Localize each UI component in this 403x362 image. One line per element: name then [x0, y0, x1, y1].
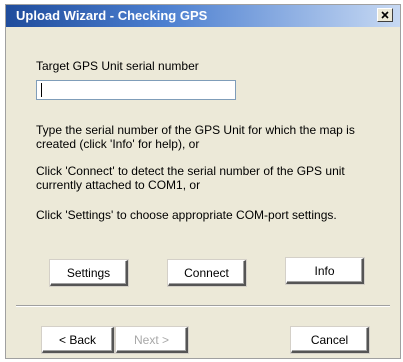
instruction-line-2b: currently attached to COM1, or — [36, 178, 201, 192]
close-button[interactable] — [377, 8, 393, 22]
title-bar: Upload Wizard - Checking GPS — [6, 5, 400, 27]
back-button[interactable]: < Back — [42, 327, 114, 353]
instruction-line-2a: Click 'Connect' to detect the serial num… — [36, 164, 345, 178]
info-button[interactable]: Info — [286, 258, 364, 284]
instruction-line-3: Click 'Settings' to choose appropriate C… — [36, 208, 337, 222]
upload-wizard-dialog: Upload Wizard - Checking GPS Target GPS … — [5, 4, 401, 359]
connect-button[interactable]: Connect — [168, 260, 246, 286]
next-button: Next > — [116, 327, 188, 353]
settings-button[interactable]: Settings — [50, 260, 128, 286]
separator-line — [16, 305, 390, 307]
cancel-button[interactable]: Cancel — [291, 327, 369, 353]
instruction-line-1b: created (click 'Info' for help), or — [36, 137, 200, 151]
serial-number-input[interactable] — [36, 80, 236, 100]
instruction-line-1a: Type the serial number of the GPS Unit f… — [36, 123, 355, 137]
text-caret — [41, 83, 42, 97]
window-title: Upload Wizard - Checking GPS — [16, 8, 208, 23]
close-icon — [381, 11, 389, 19]
serial-label: Target GPS Unit serial number — [36, 59, 199, 73]
